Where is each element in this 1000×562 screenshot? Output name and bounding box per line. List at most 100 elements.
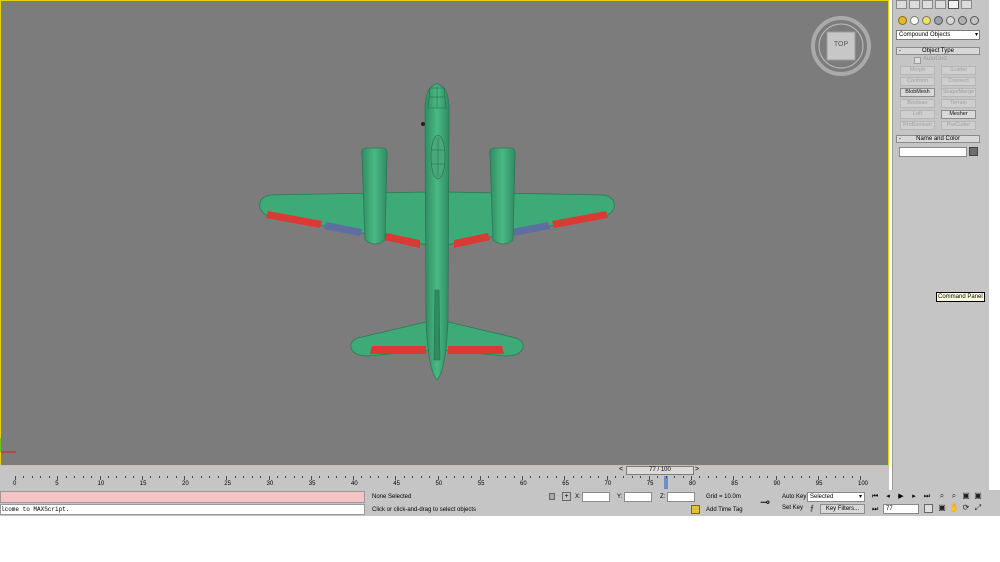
- lights-icon[interactable]: [922, 16, 931, 25]
- modify-tab-icon[interactable]: [909, 0, 920, 9]
- timeline-tick-label: 35: [308, 481, 316, 487]
- time-slider-bar[interactable]: [0, 466, 889, 476]
- conform-button[interactable]: Conform: [900, 77, 935, 86]
- trackbar[interactable]: [0, 476, 889, 490]
- timeline-tick: [707, 476, 709, 478]
- proboolean-button[interactable]: ProBoolean: [900, 121, 935, 130]
- grid-size-label: Grid = 10.0m: [706, 494, 741, 500]
- viewcube[interactable]: TOP: [811, 16, 871, 76]
- timeline-tick: [293, 476, 295, 478]
- key-mode-value: Selected: [810, 494, 834, 500]
- terrain-button[interactable]: Terrain: [941, 99, 976, 108]
- timeline-tick: [116, 476, 118, 478]
- zoom-all-icon[interactable]: ⌕: [949, 491, 959, 501]
- time-tag-icon[interactable]: [691, 505, 700, 514]
- timeline-tick: [200, 476, 202, 478]
- procutter-button[interactable]: ProCutter: [941, 121, 976, 130]
- viewcube-top-label[interactable]: TOP: [811, 41, 871, 48]
- key-filters-button[interactable]: Key Filters...: [820, 504, 865, 514]
- timeline-tick: [522, 476, 523, 480]
- timeline-tick: [15, 476, 16, 480]
- x-label: X:: [575, 494, 581, 500]
- timeline-tick: [276, 476, 278, 478]
- timeline-tick-label: 95: [815, 481, 823, 487]
- autogrid-checkbox[interactable]: [914, 57, 921, 64]
- z-coordinate-field[interactable]: [667, 492, 695, 502]
- key-mode-dropdown[interactable]: Selected ▾: [807, 492, 865, 502]
- timeline-tick: [513, 476, 515, 478]
- absolute-mode-icon[interactable]: +: [562, 492, 571, 501]
- key-mode-toggle-icon[interactable]: ⨍: [807, 504, 817, 514]
- utilities-tab-icon[interactable]: [961, 0, 972, 9]
- airplane-model[interactable]: [250, 80, 630, 390]
- x-coordinate-field[interactable]: [582, 492, 610, 502]
- prev-frame-arrow[interactable]: <: [619, 466, 623, 473]
- maxscript-output[interactable]: lcome to MAXScript.: [0, 504, 365, 515]
- object-type-rollout[interactable]: - Object Type: [896, 47, 980, 55]
- timeline-tick: [496, 476, 498, 478]
- timeline-tick: [133, 476, 135, 478]
- y-label: Y:: [617, 494, 623, 500]
- cameras-icon[interactable]: [934, 16, 943, 25]
- zoom-extents-all-icon[interactable]: ▣: [973, 491, 983, 501]
- hierarchy-tab-icon[interactable]: [922, 0, 933, 9]
- create-tab-icon[interactable]: [896, 0, 907, 9]
- timeline-tick: [395, 476, 397, 480]
- object-color-swatch[interactable]: [969, 147, 978, 156]
- timeline-tick: [285, 476, 287, 478]
- shapemerge-button[interactable]: ShapeMerge: [941, 88, 976, 97]
- timeline-tick: [834, 476, 836, 478]
- previous-frame-icon[interactable]: ◂: [883, 492, 893, 501]
- key-mode-arrows-icon[interactable]: ⏭: [872, 505, 878, 514]
- current-frame-field[interactable]: 77: [883, 504, 919, 514]
- pan-view-icon[interactable]: ✋: [949, 503, 959, 513]
- maximize-viewport-icon[interactable]: ⤢: [973, 503, 983, 513]
- play-icon[interactable]: ▶: [896, 492, 906, 501]
- connect-button[interactable]: Connect: [941, 77, 976, 86]
- timeline-tick: [82, 476, 84, 478]
- category-dropdown[interactable]: Compound Objects ▾: [896, 30, 980, 40]
- blobmesh-button[interactable]: BlobMesh: [900, 88, 935, 97]
- add-time-tag-button[interactable]: Add Time Tag: [706, 506, 743, 515]
- scatter-button[interactable]: Scatter: [941, 66, 976, 75]
- lock-selection-icon[interactable]: [549, 493, 555, 500]
- timeline-tick-label: 25: [224, 481, 231, 487]
- timeline-tick: [724, 476, 726, 478]
- mesher-button[interactable]: Mesher: [941, 110, 976, 119]
- orbit-icon[interactable]: ⟳: [961, 503, 971, 513]
- zoom-extents-icon[interactable]: ▣: [961, 491, 971, 501]
- chevron-down-icon: ▾: [858, 494, 862, 500]
- time-configuration-icon[interactable]: [924, 504, 933, 513]
- geometry-icon[interactable]: [898, 16, 907, 25]
- zoom-icon[interactable]: ⌕: [937, 491, 947, 501]
- object-name-input[interactable]: [899, 147, 967, 157]
- autogrid-label: AutoGrid: [923, 56, 947, 62]
- morph-button[interactable]: Morph: [900, 66, 935, 75]
- next-frame-arrow[interactable]: >: [695, 466, 699, 473]
- helpers-icon[interactable]: [946, 16, 955, 25]
- timeline-tick: [91, 476, 93, 478]
- timeline-tick-label: 30: [266, 481, 274, 487]
- boolean-button[interactable]: Boolean: [900, 99, 935, 108]
- next-frame-icon[interactable]: ▸: [909, 492, 919, 501]
- auto-key-button[interactable]: Auto Key: [782, 493, 806, 502]
- timeline-tick: [124, 476, 126, 478]
- timeline-tick: [386, 476, 388, 478]
- display-tab-icon[interactable]: [948, 0, 959, 9]
- maxscript-listener-input[interactable]: [0, 491, 365, 503]
- key-icon[interactable]: ⊸: [760, 496, 770, 508]
- y-coordinate-field[interactable]: [624, 492, 652, 502]
- go-to-start-icon[interactable]: ⏮: [870, 492, 880, 501]
- timeline-tick: [437, 476, 439, 480]
- motion-tab-icon[interactable]: [935, 0, 946, 9]
- loft-button[interactable]: Loft: [900, 110, 935, 119]
- go-to-end-icon[interactable]: ⏭: [922, 492, 932, 501]
- shapes-icon[interactable]: [910, 16, 919, 25]
- time-slider[interactable]: 77 / 100: [626, 466, 694, 475]
- field-of-view-icon[interactable]: ▣: [937, 503, 947, 513]
- name-and-color-rollout[interactable]: - Name and Color: [896, 135, 980, 143]
- spacewarps-icon[interactable]: [958, 16, 967, 25]
- systems-icon[interactable]: [970, 16, 979, 25]
- timeline-tick: [31, 476, 33, 478]
- set-key-button[interactable]: Set Key: [782, 504, 803, 513]
